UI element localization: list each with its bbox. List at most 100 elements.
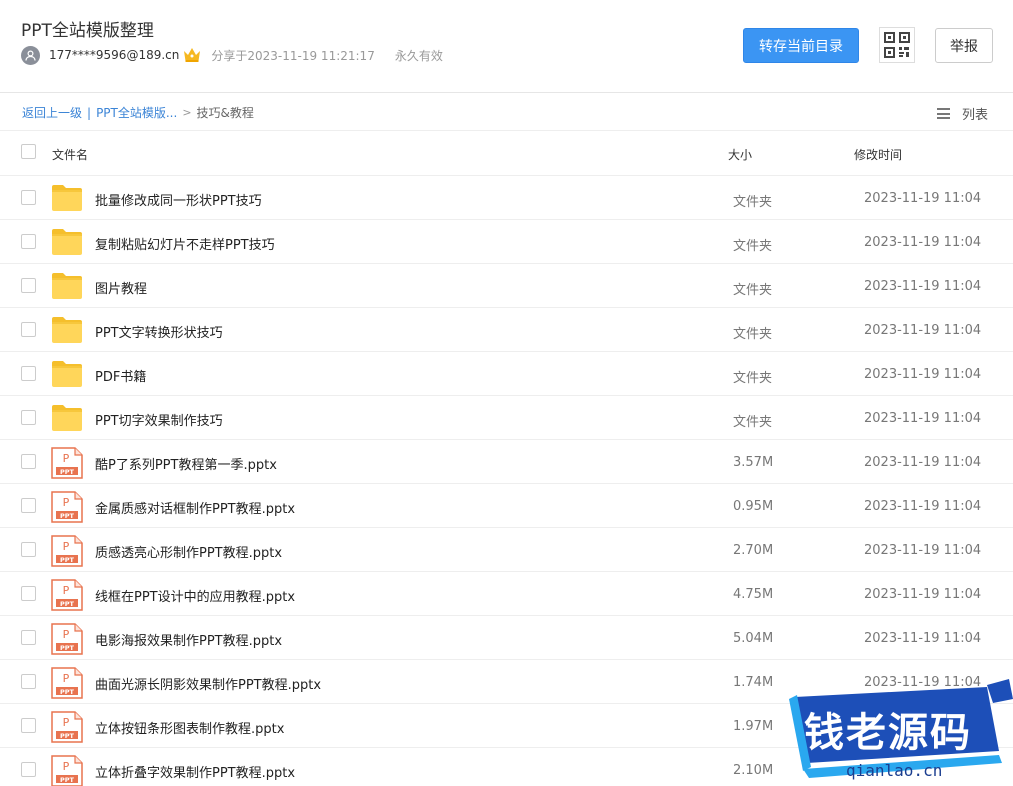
file-size: 1.97M — [733, 719, 774, 734]
modified-time: 2023-11-19 11:04 — [864, 191, 982, 206]
column-header-size[interactable]: 大小 — [728, 146, 752, 163]
watermark-text: 钱老源码 — [804, 710, 972, 756]
file-name[interactable]: PPT切字效果制作技巧 — [95, 410, 223, 429]
back-link[interactable]: 返回上一级 — [22, 104, 82, 121]
modified-time: 2023-11-19 11:04 — [864, 631, 982, 646]
list-icon — [937, 108, 950, 119]
svg-text:P: P — [63, 760, 70, 773]
folder-icon — [51, 403, 83, 437]
sharer-email[interactable]: 177****9596@189.cn — [49, 48, 179, 62]
view-mode-toggle[interactable]: 列表 — [937, 104, 988, 123]
file-name[interactable]: 金属质感对话框制作PPT教程.pptx — [95, 498, 295, 517]
row-checkbox[interactable] — [21, 366, 36, 381]
ppt-icon-label: PPT — [60, 556, 75, 564]
file-name[interactable]: 酷P了系列PPT教程第一季.pptx — [95, 454, 277, 473]
file-size: 4.75M — [733, 587, 774, 602]
row-checkbox[interactable] — [21, 454, 36, 469]
file-size: 文件夹 — [733, 239, 773, 254]
qr-code-icon[interactable] — [879, 27, 915, 63]
row-checkbox[interactable] — [21, 190, 36, 205]
file-size: 3.57M — [733, 455, 774, 470]
file-row[interactable]: P PPT 质感透亮心形制作PPT教程.pptx 2.70M 2023-11-19 11… — [0, 528, 1013, 572]
row-checkbox[interactable] — [21, 278, 36, 293]
column-header-time[interactable]: 修改时间 — [854, 146, 902, 163]
file-row[interactable]: 图片教程 文件夹 2023-11-19 11:04 — [0, 264, 1013, 308]
file-row[interactable]: PPT文字转换形状技巧 文件夹 2023-11-19 11:04 — [0, 308, 1013, 352]
file-name[interactable]: 质感透亮心形制作PPT教程.pptx — [95, 542, 282, 561]
file-name[interactable]: 图片教程 — [95, 278, 147, 297]
row-checkbox[interactable] — [21, 674, 36, 689]
file-row[interactable]: P PPT 电影海报效果制作PPT教程.pptx 5.04M 2023-11-19 11… — [0, 616, 1013, 660]
column-header-name[interactable]: 文件名 — [52, 146, 88, 163]
row-checkbox[interactable] — [21, 498, 36, 513]
folder-icon — [51, 315, 83, 349]
modified-time: 2023-11-19 11:04 — [864, 543, 982, 558]
svg-text:P: P — [63, 496, 70, 509]
file-name[interactable]: PDF书籍 — [95, 366, 146, 385]
share-meta: 177****9596@189.cn 分享于2023-11-19 11:21:1… — [21, 45, 443, 65]
validity-label: 永久有效 — [394, 48, 443, 63]
ppt-icon-label: PPT — [60, 468, 75, 476]
file-name[interactable]: 复制粘贴幻灯片不走样PPT技巧 — [95, 234, 275, 253]
ppt-file-icon: P PPT — [51, 579, 83, 615]
file-size: 2.10M — [733, 763, 774, 778]
row-checkbox[interactable] — [21, 718, 36, 733]
watermark-url: qianlao.cn — [846, 761, 943, 780]
file-size: 文件夹 — [733, 415, 773, 430]
row-checkbox[interactable] — [21, 586, 36, 601]
row-checkbox[interactable] — [21, 630, 36, 645]
file-row[interactable]: PDF书籍 文件夹 2023-11-19 11:04 — [0, 352, 1013, 396]
file-row[interactable]: 复制粘贴幻灯片不走样PPT技巧 文件夹 2023-11-19 11:04 — [0, 220, 1013, 264]
file-name[interactable]: 电影海报效果制作PPT教程.pptx — [95, 630, 282, 649]
file-name[interactable]: 曲面光源长阴影效果制作PPT教程.pptx — [95, 674, 321, 693]
row-checkbox[interactable] — [21, 322, 36, 337]
breadcrumb-parent-link[interactable]: PPT全站模版... — [96, 104, 177, 121]
ppt-file-icon: P PPT — [51, 491, 83, 527]
svg-text:P: P — [63, 716, 70, 729]
ppt-icon-label: PPT — [60, 600, 75, 608]
file-row[interactable]: 批量修改成同一形状PPT技巧 文件夹 2023-11-19 11:04 — [0, 176, 1013, 220]
file-size: 0.95M — [733, 499, 774, 514]
file-name[interactable]: 线框在PPT设计中的应用教程.pptx — [95, 586, 295, 605]
modified-time: 2023-11-19 11:04 — [864, 587, 982, 602]
folder-icon — [51, 359, 83, 393]
row-checkbox[interactable] — [21, 234, 36, 249]
row-checkbox[interactable] — [21, 762, 36, 777]
select-all-checkbox[interactable] — [21, 144, 36, 159]
ppt-file-icon: P PPT — [51, 755, 83, 786]
folder-icon — [51, 271, 83, 305]
avatar-icon[interactable] — [21, 45, 40, 65]
file-row[interactable]: P PPT 金属质感对话框制作PPT教程.pptx 0.95M 2023-11-19 1… — [0, 484, 1013, 528]
file-size: 文件夹 — [733, 327, 773, 342]
file-table-header: 文件名 大小 修改时间 — [0, 131, 1013, 176]
ppt-file-icon: P PPT — [51, 711, 83, 747]
file-name[interactable]: 批量修改成同一形状PPT技巧 — [95, 190, 262, 209]
file-row[interactable]: P PPT 酷P了系列PPT教程第一季.pptx 3.57M 2023-11-19 11… — [0, 440, 1013, 484]
svg-text:P: P — [63, 584, 70, 597]
folder-icon — [51, 227, 83, 261]
modified-time: 2023-11-19 11:04 — [864, 455, 982, 470]
ppt-file-icon: P PPT — [51, 447, 83, 483]
file-row[interactable]: PPT切字效果制作技巧 文件夹 2023-11-19 11:04 — [0, 396, 1013, 440]
file-name[interactable]: PPT文字转换形状技巧 — [95, 322, 223, 341]
report-button[interactable]: 举报 — [935, 28, 993, 63]
breadcrumb-current: 技巧&教程 — [196, 106, 254, 120]
file-name[interactable]: 立体按钮条形图表制作教程.pptx — [95, 718, 284, 737]
modified-time: 2023-11-19 11:04 — [864, 279, 982, 294]
ppt-icon-label: PPT — [60, 512, 75, 520]
modified-time: 2023-11-19 11:04 — [864, 499, 982, 514]
folder-icon — [51, 183, 83, 217]
svg-text:P: P — [63, 452, 70, 465]
ppt-icon-label: PPT — [60, 688, 75, 696]
svg-text:P: P — [63, 628, 70, 641]
page-title: PPT全站模版整理 — [21, 21, 154, 41]
file-name[interactable]: 立体折叠字效果制作PPT教程.pptx — [95, 762, 295, 781]
modified-time: 2023-11-19 11:04 — [864, 411, 982, 426]
row-checkbox[interactable] — [21, 542, 36, 557]
row-checkbox[interactable] — [21, 410, 36, 425]
save-to-directory-button[interactable]: 转存当前目录 — [743, 28, 859, 63]
modified-time: 2023-11-19 11:04 — [864, 323, 982, 338]
file-row[interactable]: P PPT 线框在PPT设计中的应用教程.pptx 4.75M 2023-11-19 1… — [0, 572, 1013, 616]
file-size: 1.74M — [733, 675, 774, 690]
ppt-icon-label: PPT — [60, 644, 75, 652]
